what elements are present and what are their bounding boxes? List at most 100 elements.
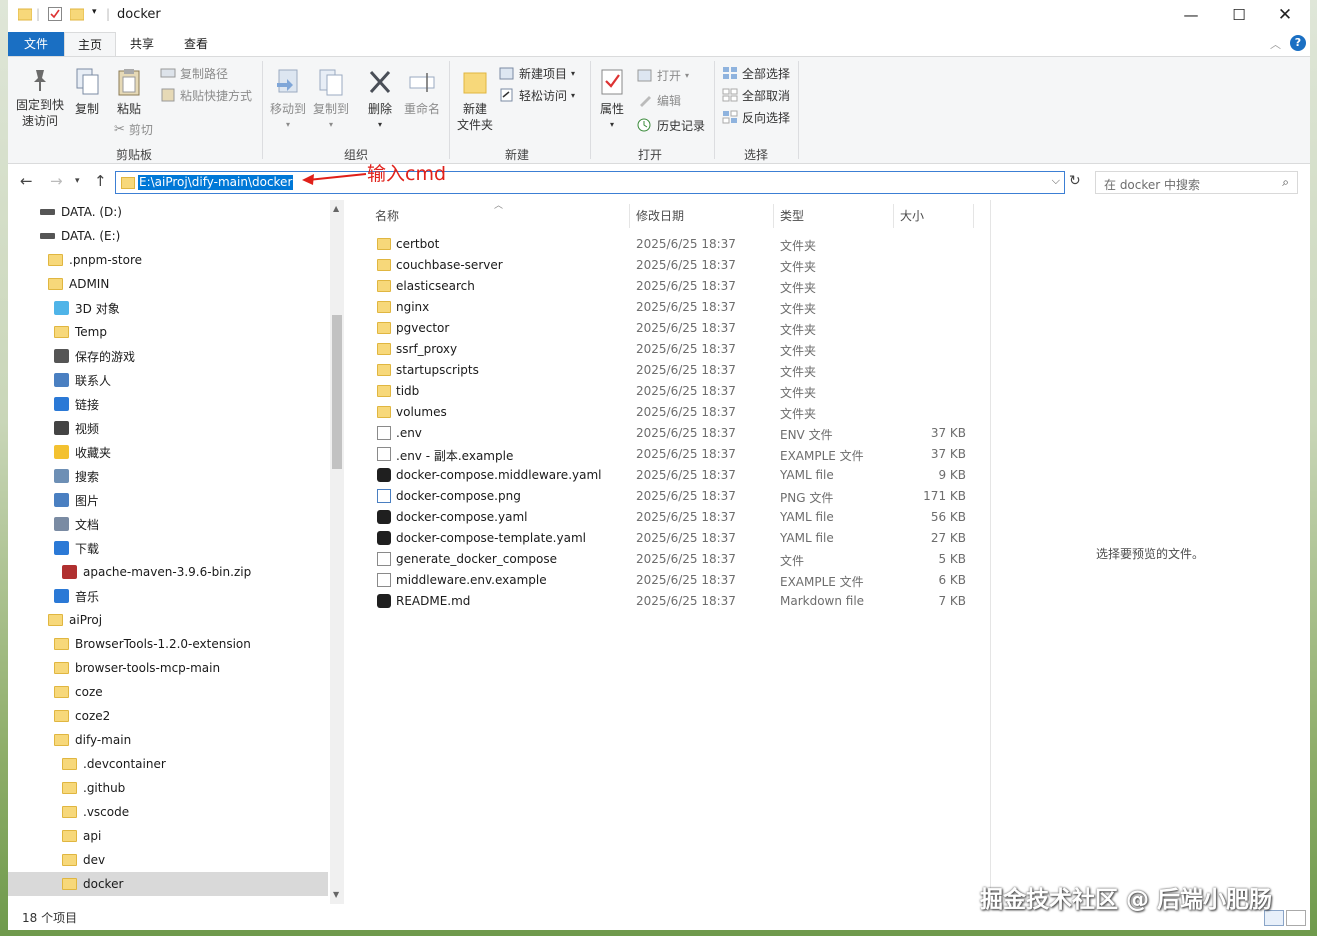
help-icon[interactable]: ? [1290, 35, 1306, 51]
new-folder-button[interactable]: 新建 文件夹 [454, 67, 496, 133]
customize-quick-access-icon[interactable]: ▾ [92, 7, 97, 17]
file-row[interactable]: README.md 2025/6/25 18:37 Markdown file 7 K… [353, 591, 973, 612]
close-icon[interactable]: ✕ [1262, 0, 1308, 30]
file-row[interactable]: docker-compose.yaml 2025/6/25 18:37 YAML f… [353, 507, 973, 528]
forward-arrow-icon[interactable]: → [50, 172, 63, 190]
tree-item[interactable]: 链接 [8, 392, 328, 416]
new-folder-icon[interactable] [69, 7, 85, 24]
easy-access-button[interactable]: 轻松访问 ▾ [499, 85, 575, 105]
rename-button[interactable]: 重命名 [402, 67, 442, 117]
recent-locations-icon[interactable]: ▾ [75, 176, 80, 186]
file-row[interactable]: volumes 2025/6/25 18:37 文件夹 [353, 402, 973, 423]
file-row[interactable]: docker-compose.middleware.yaml 2025/6/25 … [353, 465, 973, 486]
new-item-button[interactable]: 新建项目 ▾ [499, 63, 575, 83]
file-row[interactable]: .env 2025/6/25 18:37 ENV 文件 37 KB [353, 423, 973, 444]
file-row[interactable]: pgvector 2025/6/25 18:37 文件夹 [353, 318, 973, 339]
copy-to-button[interactable]: 复制到 ▾ [310, 67, 352, 133]
column-divider[interactable] [629, 204, 630, 228]
tree-item[interactable]: 搜索 [8, 464, 328, 488]
address-path[interactable]: E:\aiProj\dify-main\docker [138, 175, 294, 190]
tree-item[interactable]: Temp [8, 320, 328, 344]
tree-item[interactable]: BrowserTools-1.2.0-extension [8, 632, 328, 656]
scroll-up-icon[interactable]: ▲ [333, 204, 339, 213]
column-divider[interactable] [773, 204, 774, 228]
column-header-date[interactable]: 修改日期 [636, 207, 684, 224]
tree-item[interactable]: aiProj [8, 608, 328, 632]
tab-file[interactable]: 文件 [8, 32, 64, 56]
refresh-icon[interactable]: ↻ [1069, 173, 1081, 189]
tree-item[interactable]: 收藏夹 [8, 440, 328, 464]
invert-selection-button[interactable]: 反向选择 [722, 107, 790, 127]
column-header-type[interactable]: 类型 [780, 207, 804, 224]
large-icons-view-icon[interactable] [1286, 910, 1306, 926]
file-row[interactable]: couchbase-server 2025/6/25 18:37 文件夹 [353, 255, 973, 276]
search-input[interactable]: 在 docker 中搜索 ⌕ [1095, 171, 1298, 194]
edit-button[interactable]: 编辑 [637, 90, 681, 110]
file-row[interactable]: docker-compose.png 2025/6/25 18:37 PNG 文件 1… [353, 486, 973, 507]
tree-item[interactable]: DATA. (E:) [8, 224, 328, 248]
address-bar[interactable]: E:\aiProj\dify-main\docker ⌵ [115, 171, 1065, 194]
tree-item[interactable]: dev [8, 848, 328, 872]
select-none-button[interactable]: 全部取消 [722, 85, 790, 105]
tree-item[interactable]: 文档 [8, 512, 328, 536]
up-arrow-icon[interactable]: ↑ [94, 172, 107, 190]
tree-item[interactable]: 视频 [8, 416, 328, 440]
column-divider[interactable] [973, 204, 974, 228]
tree-item[interactable]: 音乐 [8, 584, 328, 608]
tree-item[interactable]: docker [8, 872, 328, 896]
tree-item[interactable]: DATA. (D:) [8, 200, 328, 224]
column-header-size[interactable]: 大小 [900, 207, 924, 224]
maximize-icon[interactable]: ☐ [1216, 0, 1262, 30]
column-divider[interactable] [893, 204, 894, 228]
copy-path-button[interactable]: 复制路径 [160, 63, 228, 83]
file-row[interactable]: tidb 2025/6/25 18:37 文件夹 [353, 381, 973, 402]
tree-item[interactable]: 保存的游戏 [8, 344, 328, 368]
properties-icon[interactable] [48, 7, 62, 24]
tree-item[interactable]: .github [8, 776, 328, 800]
open-button[interactable]: 打开 ▾ [637, 65, 689, 85]
select-all-button[interactable]: 全部选择 [722, 63, 790, 83]
tree-item[interactable]: 联系人 [8, 368, 328, 392]
tree-item[interactable]: 3D 对象 [8, 296, 328, 320]
search-icon[interactable]: ⌕ [1282, 175, 1289, 190]
file-row[interactable]: startupscripts 2025/6/25 18:37 文件夹 [353, 360, 973, 381]
tree-item[interactable]: coze2 [8, 704, 328, 728]
tree-item[interactable]: .pnpm-store [8, 248, 328, 272]
tree-item[interactable]: 图片 [8, 488, 328, 512]
back-arrow-icon[interactable]: ← [20, 172, 33, 190]
file-row[interactable]: generate_docker_compose 2025/6/25 18:37 文件… [353, 549, 973, 570]
file-row[interactable]: middleware.env.example 2025/6/25 18:37 EXA… [353, 570, 973, 591]
file-row[interactable]: .env - 副本.example 2025/6/25 18:37 EXAMPLE … [353, 444, 973, 465]
pin-quick-access-button[interactable]: 固定到快 速访问 [14, 67, 66, 129]
tree-item[interactable]: apache-maven-3.9.6-bin.zip [8, 560, 328, 584]
delete-button[interactable]: 删除 ▾ [362, 67, 398, 133]
file-row[interactable]: ssrf_proxy 2025/6/25 18:37 文件夹 [353, 339, 973, 360]
chevron-down-icon[interactable]: ⌵ [1052, 174, 1060, 188]
file-row[interactable]: nginx 2025/6/25 18:37 文件夹 [353, 297, 973, 318]
minimize-icon[interactable]: — [1168, 0, 1214, 30]
paste-shortcut-button[interactable]: 粘贴快捷方式 [160, 85, 252, 105]
properties-button[interactable]: 属性 ▾ [596, 67, 628, 133]
tree-item[interactable]: .vscode [8, 800, 328, 824]
collapse-ribbon-icon[interactable]: ︿ [1270, 36, 1281, 52]
scroll-down-icon[interactable]: ▼ [333, 890, 339, 899]
tab-home[interactable]: 主页 [64, 32, 116, 56]
paste-button[interactable]: 粘贴 [112, 67, 146, 117]
history-button[interactable]: 历史记录 [637, 115, 705, 135]
file-row[interactable]: elasticsearch 2025/6/25 18:37 文件夹 [353, 276, 973, 297]
cut-button[interactable]: ✂ 剪切 [114, 119, 153, 139]
tree-item[interactable]: 下载 [8, 536, 328, 560]
tree-scroll-thumb[interactable] [332, 315, 342, 469]
file-row[interactable]: docker-compose-template.yaml 2025/6/25 18… [353, 528, 973, 549]
tree-item[interactable]: ADMIN [8, 272, 328, 296]
tree-item[interactable]: coze [8, 680, 328, 704]
tree-item[interactable]: browser-tools-mcp-main [8, 656, 328, 680]
tree-item[interactable]: dify-main [8, 728, 328, 752]
column-header-name[interactable]: 名称 [375, 207, 399, 224]
copy-button[interactable]: 复制 [70, 67, 104, 117]
tree-item[interactable]: .devcontainer [8, 752, 328, 776]
tree-scrollbar[interactable]: ▲ ▼ [330, 200, 344, 904]
file-row[interactable]: certbot 2025/6/25 18:37 文件夹 [353, 234, 973, 255]
tab-share[interactable]: 共享 [116, 32, 168, 56]
move-to-button[interactable]: 移动到 ▾ [268, 67, 308, 133]
